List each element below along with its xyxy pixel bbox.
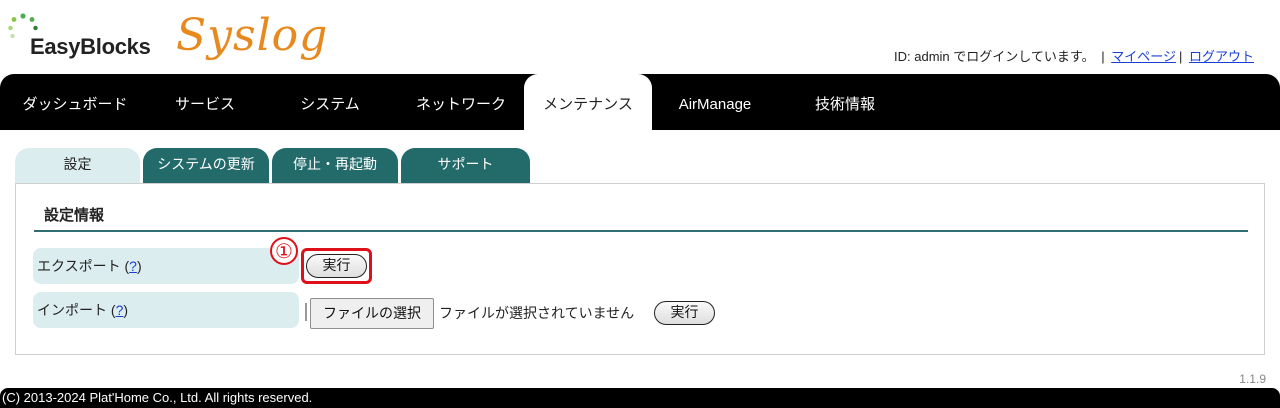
nav-item-maintenance[interactable]: メンテナンス xyxy=(524,74,652,130)
import-label-text: インポート xyxy=(37,302,107,318)
copyright-text: (C) 2013-2024 Plat'Home Co., Ltd. All ri… xyxy=(2,390,313,405)
export-label-text: エクスポート xyxy=(37,258,121,274)
file-select-button[interactable]: ファイルの選択 xyxy=(310,298,434,329)
nav-item-network[interactable]: ネットワーク xyxy=(400,74,522,130)
tab-support[interactable]: サポート xyxy=(401,148,530,184)
version-label: 1.1.9 xyxy=(1239,372,1266,386)
mypage-link[interactable]: マイページ xyxy=(1111,49,1176,64)
logout-link[interactable]: ログアウト xyxy=(1189,49,1254,64)
step-marker: ① xyxy=(270,237,298,265)
import-run-button[interactable]: 実行 xyxy=(654,301,715,325)
settings-panel: 設定情報 エクスポート (?) ① 実行 インポート (?) ファイルの選択 フ… xyxy=(15,183,1265,355)
paren-close: ) xyxy=(136,258,142,274)
nav-item-airmanage[interactable]: AirManage xyxy=(660,74,770,130)
nav-item-tech-info[interactable]: 技術情報 xyxy=(790,74,900,130)
file-input-edge xyxy=(305,303,307,321)
tab-settings[interactable]: 設定 xyxy=(15,148,140,184)
product-name: Syslog xyxy=(176,10,329,61)
export-run-button[interactable]: 実行 xyxy=(306,254,367,278)
section-divider xyxy=(34,230,1248,232)
user-bar: ID: admin でログインしています。 | マイページ | ログアウト xyxy=(894,46,1254,65)
nav-item-services[interactable]: サービス xyxy=(150,74,260,130)
nav-item-dashboard[interactable]: ダッシュボード xyxy=(0,74,150,130)
separator: | xyxy=(1101,49,1105,64)
export-label: エクスポート (?) xyxy=(33,248,299,284)
separator: | xyxy=(1178,49,1183,64)
file-status-text: ファイルが選択されていません xyxy=(439,305,635,321)
header: EasyBlocks Syslog ID: admin でログインしています。 … xyxy=(0,0,1280,74)
brand-name: EasyBlocks xyxy=(30,34,151,59)
login-status-text: ID: admin でログインしています。 xyxy=(894,49,1095,64)
import-label: インポート (?) xyxy=(33,292,299,328)
footer: (C) 2013-2024 Plat'Home Co., Ltd. All ri… xyxy=(0,388,1280,408)
paren-close: ) xyxy=(123,302,129,318)
export-help-link[interactable]: ? xyxy=(129,258,137,274)
tab-stop-restart[interactable]: 停止・再起動 xyxy=(272,148,398,184)
nav-item-system[interactable]: システム xyxy=(270,74,390,130)
section-title: 設定情報 xyxy=(44,207,105,224)
main-nav: ダッシュボード サービス システム ネットワーク メンテナンス AirManag… xyxy=(0,74,1280,130)
tab-system-update[interactable]: システムの更新 xyxy=(143,148,269,184)
